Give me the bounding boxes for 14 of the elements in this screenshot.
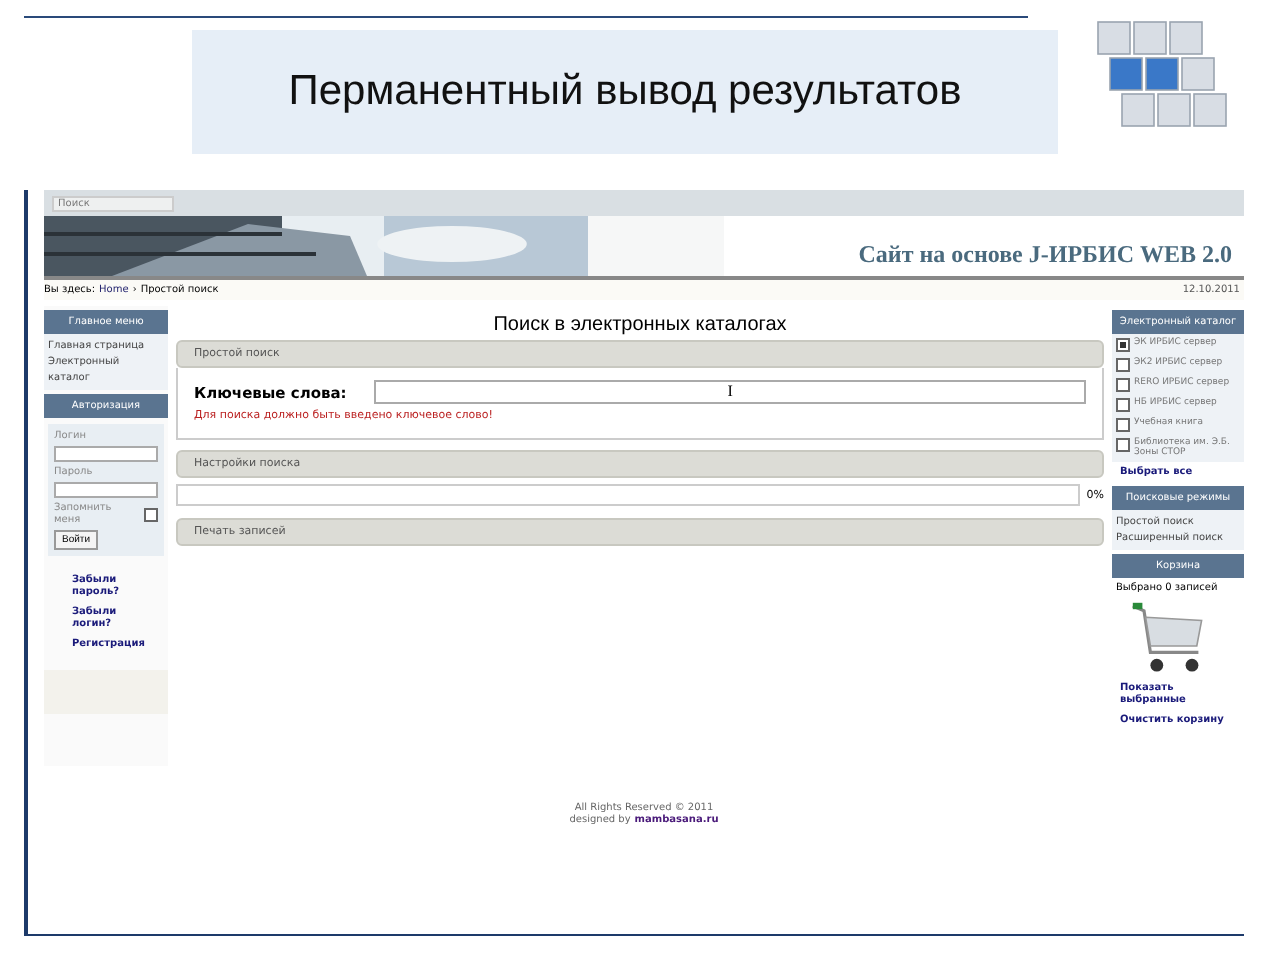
slide-title: Перманентный вывод результатов	[192, 30, 1058, 154]
input-field[interactable]	[54, 482, 158, 498]
checkbox[interactable]	[1116, 438, 1130, 452]
checkbox[interactable]	[144, 507, 158, 521]
site-title: Сайт на основе J-ИРБИС WEB 2.0	[856, 238, 1234, 272]
checkbox[interactable]	[1116, 358, 1130, 372]
checkbox[interactable]	[1116, 338, 1130, 352]
checkbox[interactable]	[1116, 398, 1130, 412]
checkbox[interactable]	[1116, 418, 1130, 432]
page-heading: Поиск в электронных каталогах	[491, 312, 789, 340]
keyword-field[interactable]: I	[374, 380, 1086, 404]
input-field[interactable]	[54, 446, 158, 462]
checkbox[interactable]	[1116, 378, 1130, 392]
cart-icon	[1128, 598, 1208, 678]
